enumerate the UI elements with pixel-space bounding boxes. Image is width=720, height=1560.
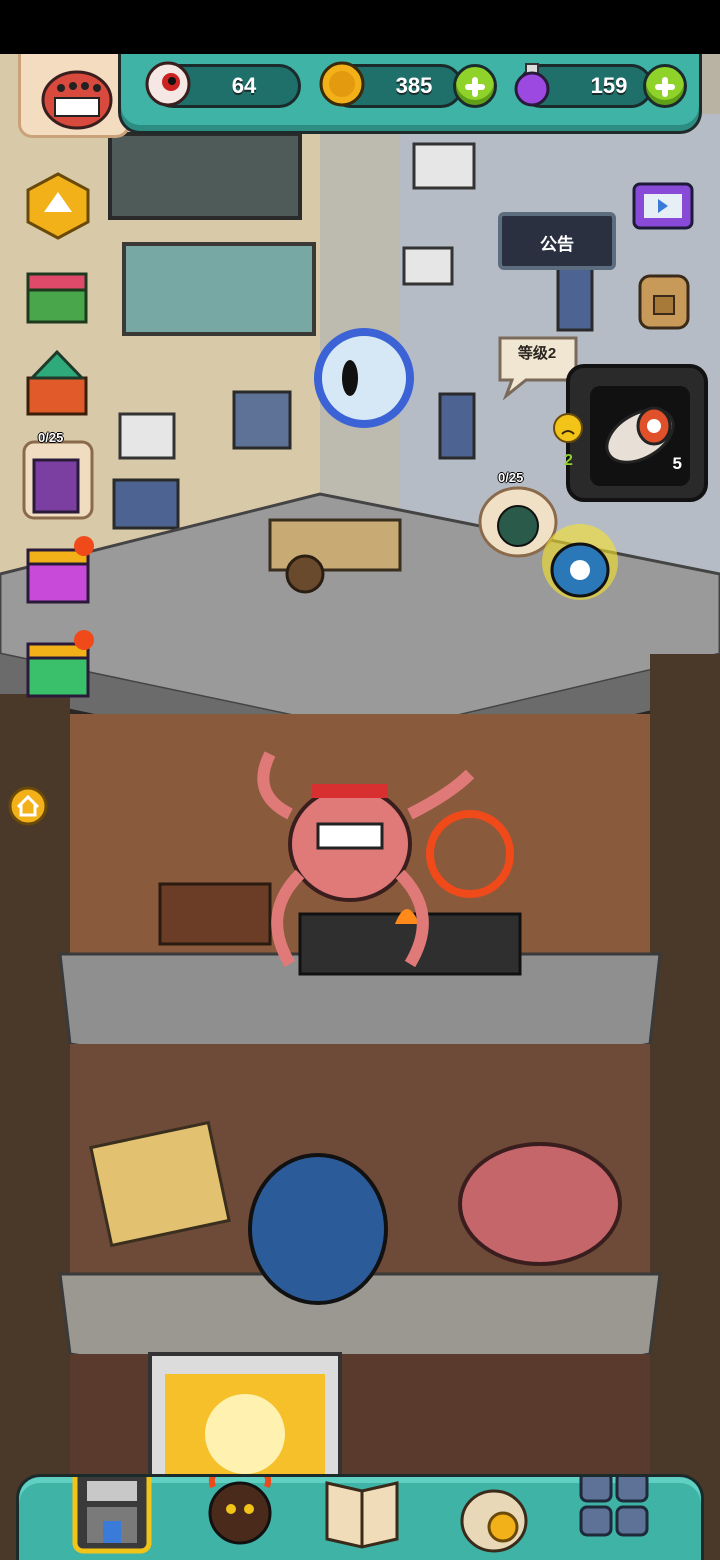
notice-board[interactable]: 公告 <box>498 212 616 270</box>
rainbow-gift-2-icon[interactable] <box>22 626 96 702</box>
npc-hearts: 0/25 <box>498 470 524 485</box>
card-event-hearts: 0/25 <box>38 430 64 445</box>
game-scene[interactable] <box>0 54 720 1560</box>
add-potions-button[interactable] <box>643 64 687 108</box>
money-bag-icon <box>460 1489 528 1553</box>
notice-board-label: 公告 <box>540 235 574 254</box>
rainbow-gift-icon[interactable] <box>22 532 96 608</box>
grid-icon <box>579 1471 649 1537</box>
resource-bar: 64 385 159 <box>118 54 702 134</box>
nav-monster[interactable] <box>197 1468 283 1560</box>
building-icon <box>72 1462 152 1554</box>
backpack-icon[interactable] <box>632 262 696 334</box>
nav-book[interactable] <box>319 1477 405 1560</box>
video-ad-icon[interactable] <box>630 178 696 234</box>
level-label: 等级2 <box>517 345 557 362</box>
strawberry-chest-icon[interactable] <box>20 348 94 420</box>
skull-money-bag-icon[interactable] <box>540 520 620 604</box>
book-icon <box>325 1481 399 1549</box>
expand-up-button[interactable] <box>24 172 92 240</box>
nav-building[interactable] <box>69 1462 155 1560</box>
monster-icon <box>208 1468 272 1545</box>
add-coins-button[interactable] <box>453 64 497 108</box>
item-popup[interactable]: 5 <box>566 364 708 502</box>
player-avatar[interactable] <box>18 54 130 138</box>
nav-bag[interactable] <box>451 1477 537 1560</box>
sad-face-icon <box>553 413 583 443</box>
monster-avatar-icon <box>41 70 113 130</box>
bottom-nav <box>16 1462 704 1560</box>
eye-count: 64 <box>231 73 257 98</box>
item-left-count: 2 <box>564 452 573 469</box>
item-count: 5 <box>672 454 682 473</box>
gift-box-icon[interactable] <box>22 262 92 328</box>
home-icon[interactable] <box>8 786 48 826</box>
nav-more[interactable] <box>571 1471 657 1560</box>
coin-icon <box>319 61 365 107</box>
scene-illustration <box>0 54 720 1560</box>
coin-count: 385 <box>395 73 433 98</box>
card-event-icon[interactable] <box>20 438 96 522</box>
status-bar <box>0 0 720 54</box>
potion-count: 159 <box>590 73 628 98</box>
potion-icon <box>514 63 550 107</box>
eyeball-icon <box>145 61 191 107</box>
